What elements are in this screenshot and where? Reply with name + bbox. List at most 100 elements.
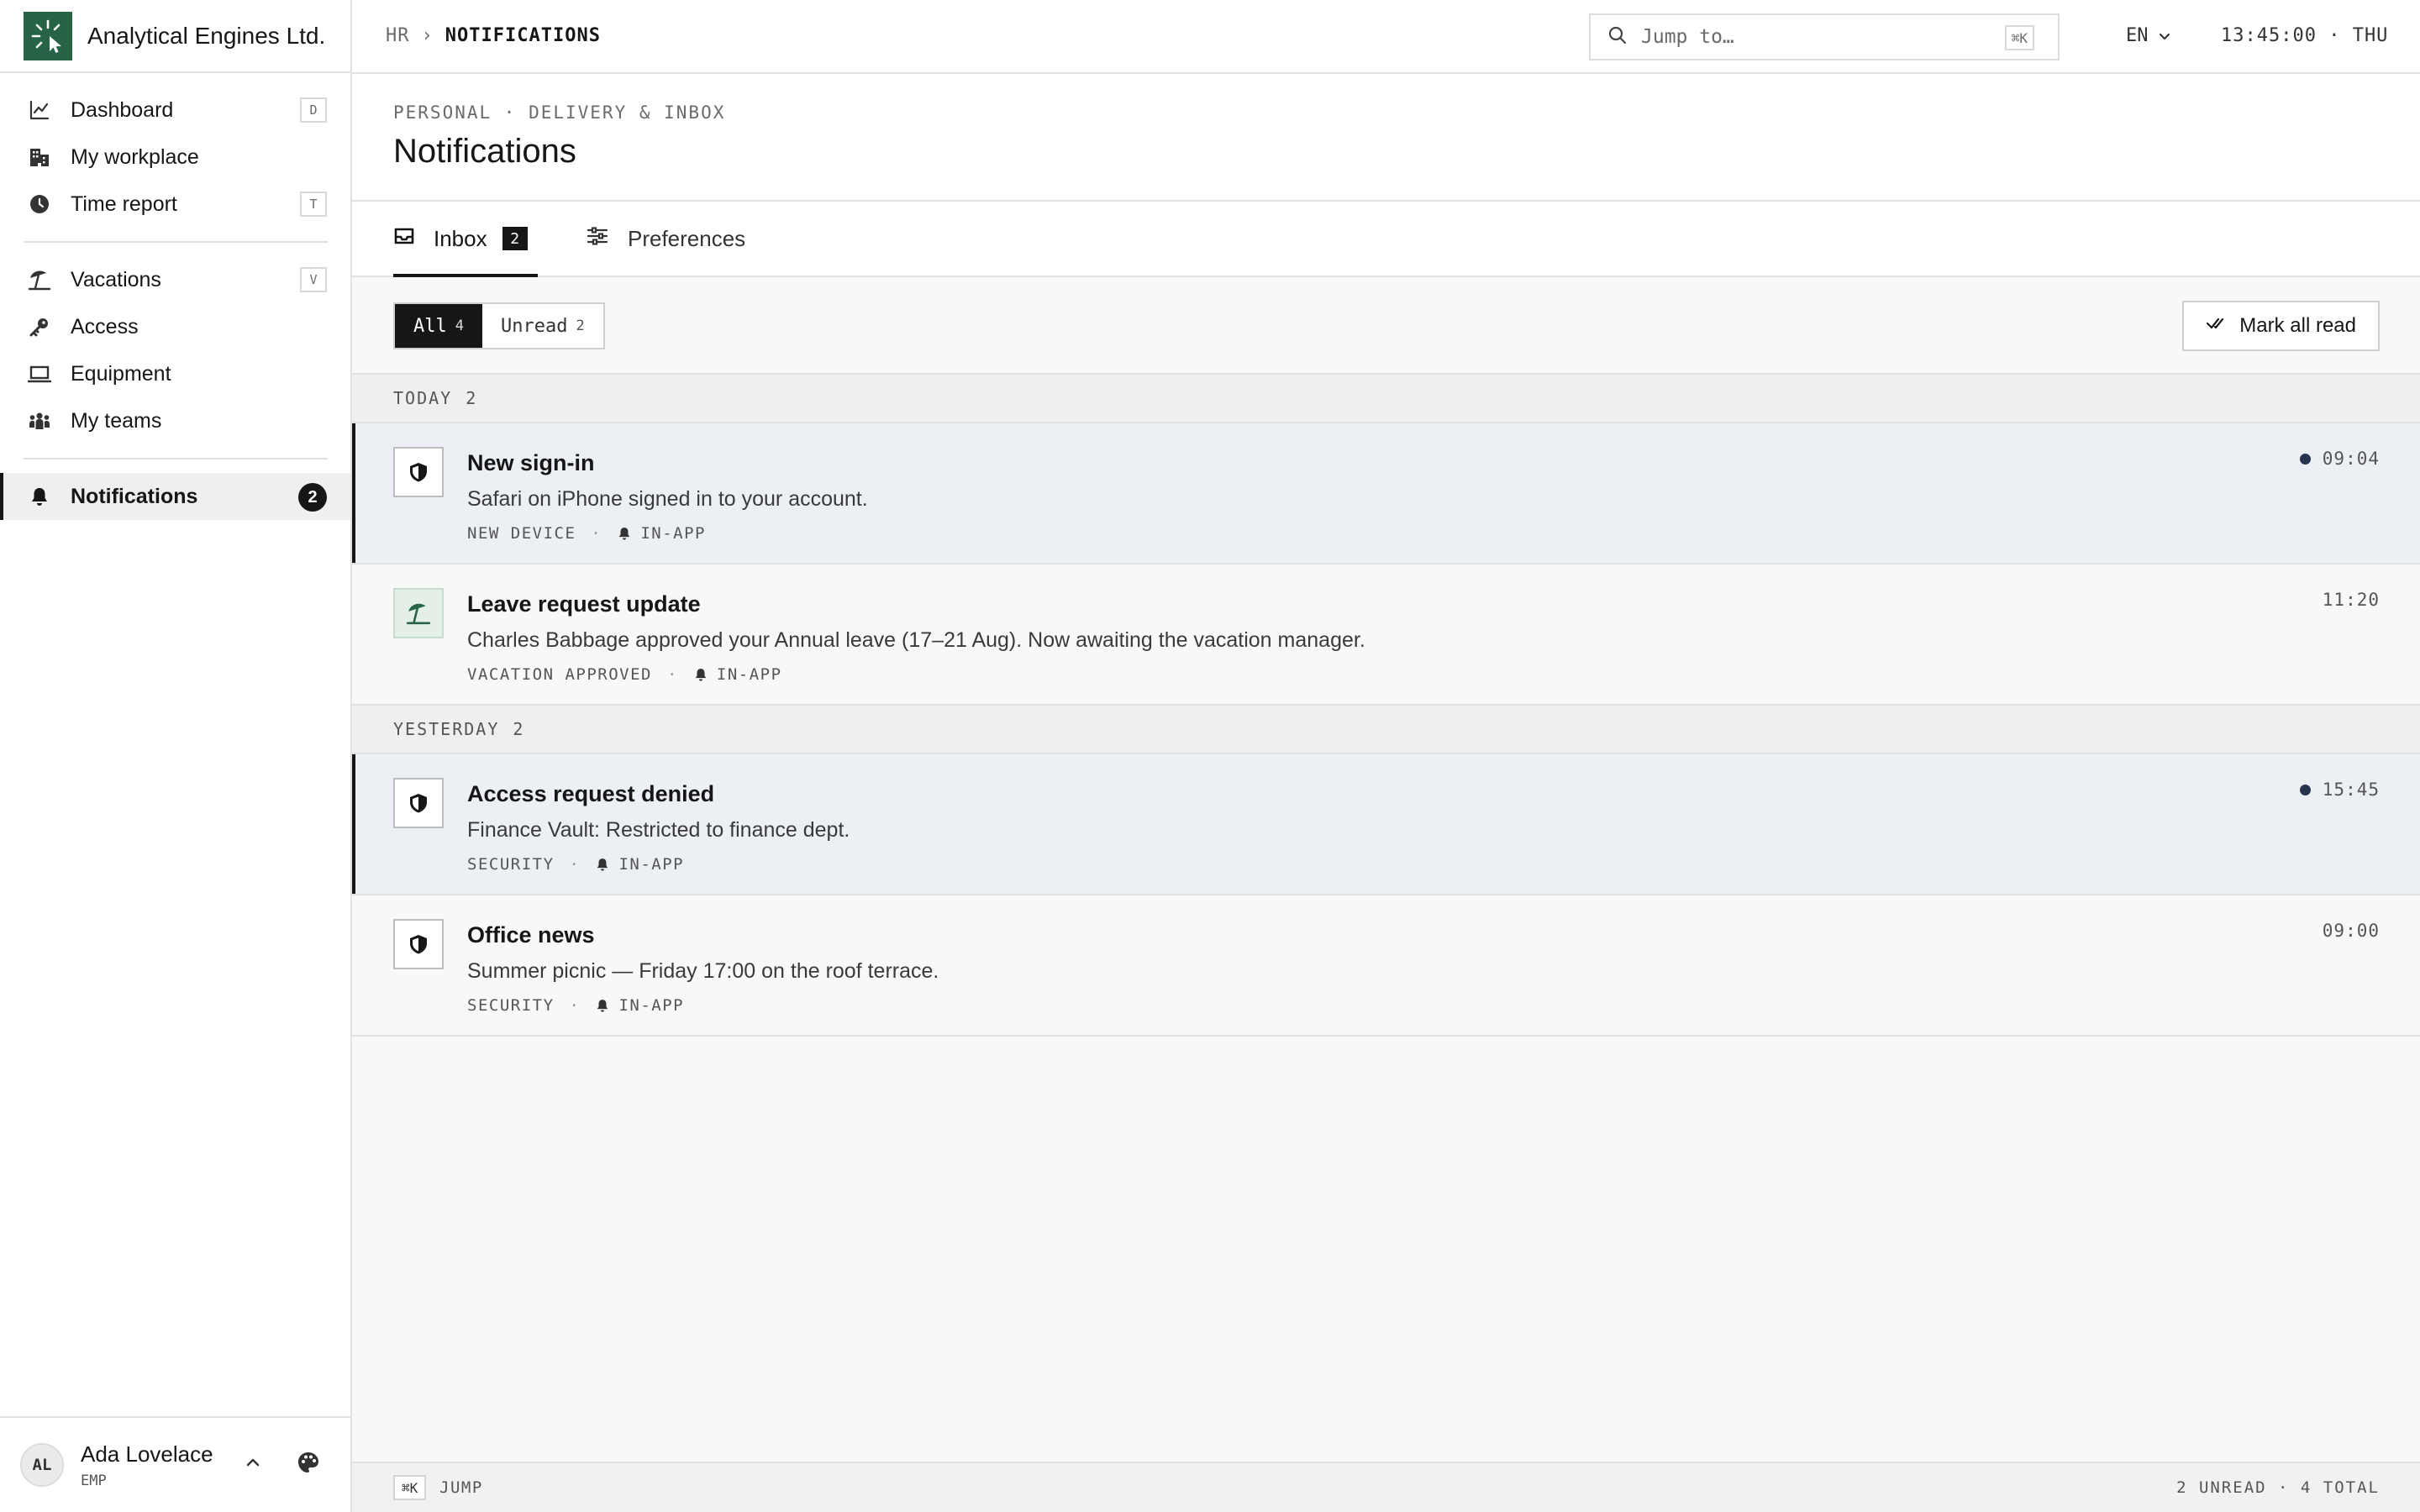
tab-count-badge: 2 bbox=[502, 227, 528, 250]
umbrella-beach-icon bbox=[393, 588, 444, 638]
chevron-down-icon bbox=[2159, 33, 2170, 39]
tab-label: Preferences bbox=[628, 225, 746, 251]
sidebar: Analytical Engines Ltd. Dashboard D My w… bbox=[0, 0, 352, 1512]
tab-inbox[interactable]: Inbox 2 bbox=[393, 202, 538, 277]
filter-count: 4 bbox=[455, 318, 464, 334]
meta-separator: · bbox=[591, 524, 602, 543]
user-menu[interactable]: AL Ada Lovelace EMP bbox=[0, 1416, 350, 1512]
notification-body: Finance Vault: Restricted to finance dep… bbox=[467, 818, 850, 842]
brand-logo-icon bbox=[24, 11, 72, 60]
shield-icon bbox=[393, 919, 444, 969]
group-count: 2 bbox=[466, 388, 478, 408]
shield-icon bbox=[393, 447, 444, 497]
sidebar-item-label: Dashboard bbox=[71, 97, 174, 122]
people-icon bbox=[27, 408, 52, 433]
building-icon bbox=[27, 144, 52, 170]
sidebar-item-label: Notifications bbox=[71, 484, 198, 508]
chevron-up-icon[interactable] bbox=[244, 1453, 262, 1476]
chart-line-icon bbox=[27, 97, 52, 123]
notification-title: Office news bbox=[467, 922, 595, 948]
mark-all-read-label: Mark all read bbox=[2239, 314, 2356, 337]
sidebar-item-access[interactable]: Access bbox=[0, 303, 350, 350]
inbox-icon bbox=[393, 225, 415, 253]
notification-channel: IN-APP bbox=[640, 524, 706, 543]
notification-row[interactable]: Office news Summer picnic — Friday 17:00… bbox=[352, 895, 2420, 1037]
sidebar-item-dashboard[interactable]: Dashboard D bbox=[0, 87, 350, 134]
notification-title: Leave request update bbox=[467, 591, 701, 617]
notification-time-value: 11:20 bbox=[2322, 590, 2380, 610]
user-role: EMP bbox=[81, 1472, 107, 1489]
page-title: Notifications bbox=[393, 133, 576, 170]
unread-indicator bbox=[2299, 453, 2311, 465]
language-select[interactable]: EN bbox=[2126, 25, 2172, 46]
tab-preferences[interactable]: Preferences bbox=[586, 202, 745, 276]
notification-count-badge: 2 bbox=[298, 483, 327, 512]
jump-label: JUMP bbox=[439, 1478, 483, 1497]
mark-all-read-button[interactable]: Mark all read bbox=[2182, 301, 2380, 351]
group-label: TODAY bbox=[393, 388, 453, 408]
meta-separator: · bbox=[569, 855, 581, 874]
palette-icon[interactable] bbox=[296, 1450, 321, 1479]
user-text: Ada Lovelace EMP bbox=[81, 1441, 213, 1489]
brand[interactable]: Analytical Engines Ltd. bbox=[0, 0, 350, 73]
notification-channel: IN-APP bbox=[716, 665, 782, 684]
sidebar-item-label: My teams bbox=[71, 408, 162, 433]
shortcut-key: D bbox=[300, 97, 327, 123]
notification-time: 11:20 bbox=[2323, 590, 2380, 610]
notification-time-value: 15:45 bbox=[2322, 780, 2380, 800]
sidebar-item-label: Time report bbox=[71, 192, 177, 216]
notification-meta: SECURITY · IN-APP bbox=[467, 996, 684, 1015]
app-root: Analytical Engines Ltd. Dashboard D My w… bbox=[0, 0, 2420, 1512]
group-label: YESTERDAY bbox=[393, 719, 500, 739]
notification-category: SECURITY bbox=[467, 855, 555, 874]
notification-row[interactable]: New sign-in Safari on iPhone signed in t… bbox=[352, 423, 2420, 564]
language-value: EN bbox=[2126, 25, 2149, 46]
laptop-icon bbox=[27, 361, 52, 386]
tab-label: Inbox bbox=[434, 225, 487, 251]
inbox-stats: 2 UNREAD · 4 TOTAL bbox=[2176, 1478, 2380, 1497]
sidebar-item-notifications[interactable]: Notifications 2 bbox=[0, 473, 350, 520]
bell-icon bbox=[693, 667, 708, 682]
page-header: PERSONAL · DELIVERY & INBOX Notification… bbox=[352, 74, 2420, 202]
sidebar-item-vacations[interactable]: Vacations V bbox=[0, 256, 350, 303]
notification-row[interactable]: Access request denied Finance Vault: Res… bbox=[352, 754, 2420, 895]
sliders-icon bbox=[586, 225, 609, 253]
search-input[interactable]: Jump to… ⌘K bbox=[1589, 13, 2060, 60]
user-name: Ada Lovelace bbox=[81, 1441, 213, 1467]
notification-time: 15:45 bbox=[2299, 780, 2380, 800]
nav-divider bbox=[24, 458, 328, 459]
notification-channel: IN-APP bbox=[618, 996, 685, 1015]
sidebar-item-time-report[interactable]: Time report T bbox=[0, 181, 350, 228]
notification-title: Access request denied bbox=[467, 781, 715, 806]
breadcrumb-root[interactable]: HR bbox=[386, 25, 410, 46]
shortcut-key: T bbox=[300, 192, 327, 217]
sidebar-item-equipment[interactable]: Equipment bbox=[0, 350, 350, 397]
status-footer: ⌘K JUMP 2 UNREAD · 4 TOTAL bbox=[352, 1462, 2420, 1512]
sidebar-item-label: Equipment bbox=[71, 361, 171, 386]
inbox-toolbar: All 4 Unread 2 Mark all read bbox=[352, 277, 2420, 375]
meta-separator: · bbox=[569, 996, 581, 1015]
notification-channel: IN-APP bbox=[618, 855, 685, 874]
unread-indicator bbox=[2299, 784, 2311, 795]
clock-icon bbox=[27, 192, 52, 217]
group-header-yesterday: YESTERDAY 2 bbox=[352, 706, 2420, 754]
notification-category: VACATION APPROVED bbox=[467, 665, 652, 684]
topbar: HR › NOTIFICATIONS Jump to… ⌘K EN 13:45:… bbox=[352, 0, 2420, 74]
sidebar-item-label: My workplace bbox=[71, 144, 199, 169]
search-icon bbox=[1607, 25, 1628, 50]
notification-time-value: 09:04 bbox=[2322, 449, 2380, 469]
notification-row[interactable]: Leave request update Charles Babbage app… bbox=[352, 564, 2420, 706]
key-icon bbox=[27, 314, 52, 339]
notification-body: Charles Babbage approved your Annual lea… bbox=[467, 628, 1365, 652]
filter-unread-button[interactable]: Unread 2 bbox=[482, 304, 603, 348]
notification-body: Summer picnic — Friday 17:00 on the roof… bbox=[467, 959, 939, 983]
umbrella-beach-icon bbox=[27, 267, 52, 292]
nav-group-personal: Notifications 2 bbox=[0, 473, 350, 520]
filter-all-button[interactable]: All 4 bbox=[395, 304, 482, 348]
breadcrumb: HR › NOTIFICATIONS bbox=[386, 25, 601, 46]
notification-time: 09:00 bbox=[2323, 921, 2380, 941]
sidebar-item-my-workplace[interactable]: My workplace bbox=[0, 134, 350, 181]
jump-shortcut[interactable]: ⌘K bbox=[393, 1475, 427, 1500]
sidebar-item-label: Vacations bbox=[71, 267, 161, 291]
sidebar-item-my-teams[interactable]: My teams bbox=[0, 397, 350, 444]
